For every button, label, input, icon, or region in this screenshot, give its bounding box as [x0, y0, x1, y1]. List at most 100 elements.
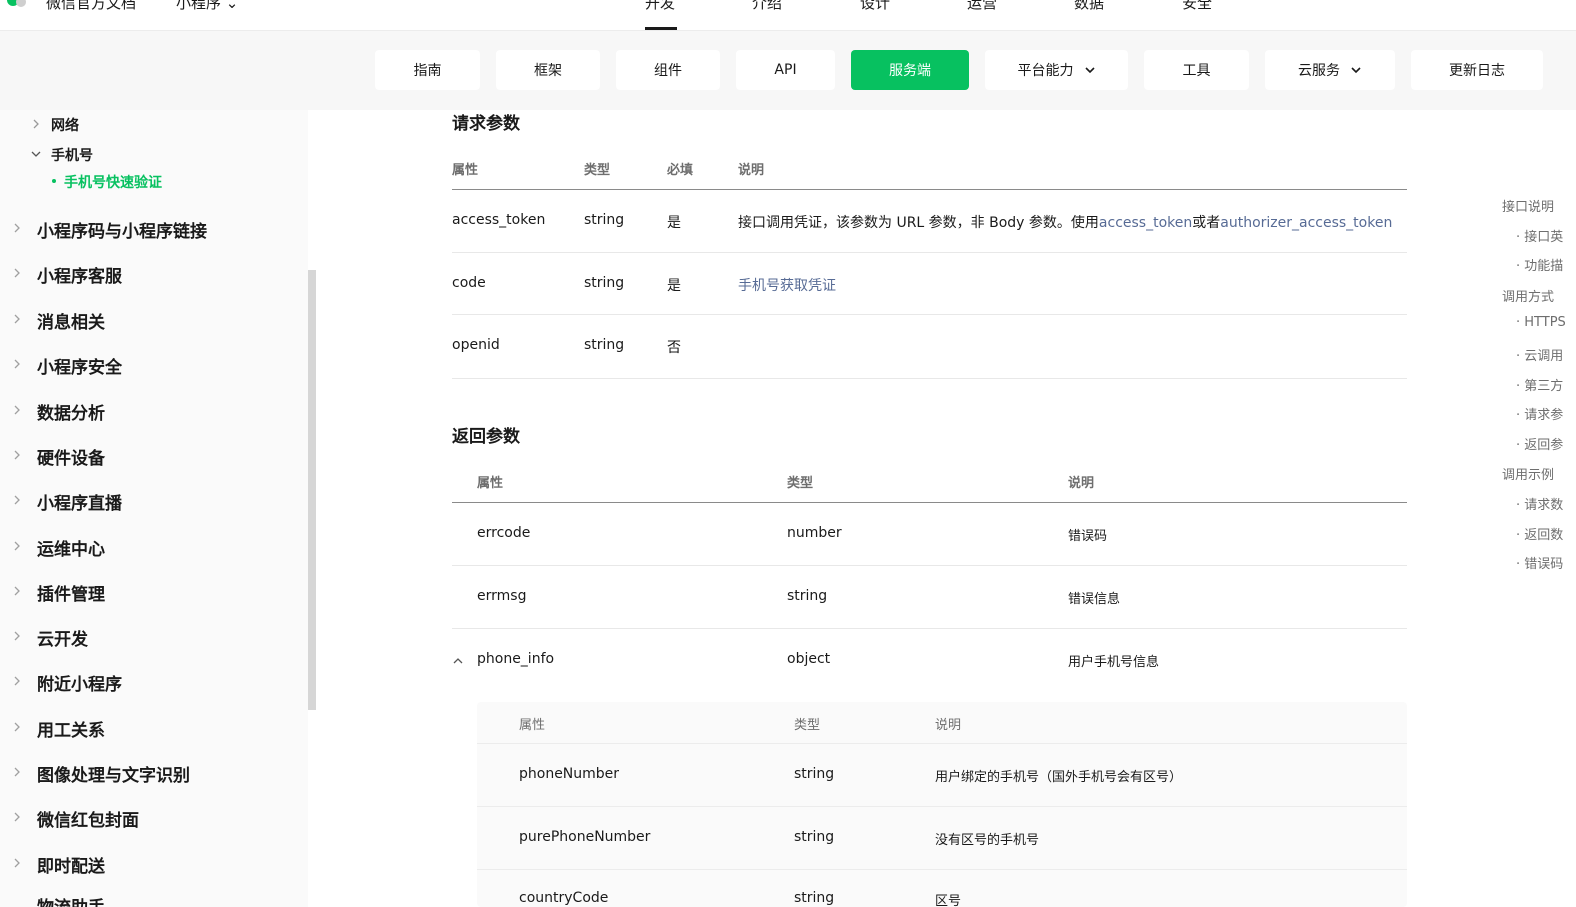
sidebar-item-phone[interactable]: 手机号	[51, 145, 93, 165]
desc-text: 接口调用凭证，该参数为 URL 参数，非 Body 参数。使用	[738, 215, 1099, 231]
sidebar-item[interactable]: 微信红包封面	[37, 806, 139, 831]
toc-item[interactable]: · 请求数	[1516, 494, 1563, 513]
sidebar-item-network[interactable]: 网络	[51, 115, 79, 135]
tab-framework[interactable]: 框架	[496, 50, 600, 90]
toc-item[interactable]: · 错误码	[1516, 553, 1563, 572]
toc-item[interactable]: · HTTPS	[1516, 315, 1566, 330]
topnav-item[interactable]: 介绍	[752, 0, 782, 13]
toc-item[interactable]: · 第三方	[1516, 375, 1563, 394]
chevron-right-icon	[14, 722, 20, 732]
chevron-up-icon[interactable]	[453, 656, 463, 666]
chevron-right-icon	[14, 223, 20, 233]
tab-api[interactable]: API	[736, 50, 835, 90]
toc-item[interactable]: · 返回数	[1516, 524, 1563, 543]
toc-item[interactable]: 接口说明	[1502, 196, 1554, 215]
tab-tools[interactable]: 工具	[1144, 50, 1249, 90]
row-divider	[477, 743, 1407, 744]
site-title[interactable]: 微信官方文档	[46, 0, 136, 13]
table-header-divider	[452, 502, 1407, 503]
topnav-item[interactable]: 安全	[1182, 0, 1212, 13]
sidebar-item[interactable]: 数据分析	[37, 399, 105, 424]
desc-text: 或者	[1192, 215, 1221, 231]
tab-changelog[interactable]: 更新日志	[1411, 50, 1543, 90]
sidebar-item[interactable]: 用工关系	[37, 716, 105, 741]
param-name: openid	[452, 337, 500, 353]
sidebar-item[interactable]: 小程序直播	[37, 489, 122, 514]
phone-code-link[interactable]: 手机号获取凭证	[738, 275, 836, 295]
param-type: number	[787, 525, 842, 541]
top-header: 微信官方文档 小程序 ⌄ 开发 介绍 设计 运营 数据 安全	[0, 0, 1576, 31]
topnav-item[interactable]: 数据	[1074, 0, 1104, 13]
param-desc: 错误信息	[1068, 592, 1121, 607]
row-divider	[452, 378, 1407, 379]
param-type: string	[794, 890, 835, 906]
param-name: phone_info	[477, 651, 555, 667]
tab-label: 更新日志	[1449, 63, 1505, 79]
sidebar-item[interactable]: 即时配送	[37, 852, 105, 877]
chevron-right-icon	[14, 495, 20, 505]
sidebar-item-phone-verify[interactable]: 手机号快速验证	[52, 172, 162, 192]
param-desc: 用户手机号信息	[1068, 655, 1160, 670]
param-required: 是	[667, 215, 681, 231]
toc-item[interactable]: · 云调用	[1516, 345, 1563, 364]
param-name: phoneNumber	[519, 766, 620, 782]
chevron-right-icon[interactable]	[31, 119, 41, 129]
sidebar-item[interactable]: 运维中心	[37, 535, 105, 560]
authorizer-token-link[interactable]: authorizer_access_token	[1220, 215, 1392, 231]
sidebar-item[interactable]: 附近小程序	[37, 670, 122, 695]
column-header: 属性	[519, 718, 546, 733]
column-header: 说明	[1068, 476, 1095, 491]
sidebar-item[interactable]: 图像处理与文字识别	[37, 761, 190, 786]
sidebar-item[interactable]: 消息相关	[37, 308, 105, 333]
tab-cloud[interactable]: 云服务	[1265, 50, 1395, 90]
param-desc: 区号	[935, 894, 962, 907]
tab-label: 框架	[534, 63, 562, 79]
param-name: purePhoneNumber	[519, 829, 651, 845]
sidebar-item[interactable]: 小程序码与小程序链接	[37, 217, 207, 242]
toc-item[interactable]: · 功能描	[1516, 255, 1563, 274]
row-divider	[452, 252, 1407, 253]
param-desc: 接口调用凭证，该参数为 URL 参数，非 Body 参数。使用access_to…	[738, 212, 1392, 232]
tab-label: 平台能力	[1017, 63, 1074, 79]
param-type: string	[584, 337, 625, 353]
toc-item[interactable]: · 接口英	[1516, 226, 1563, 245]
tab-server[interactable]: 服务端	[851, 50, 969, 90]
chevron-right-icon	[14, 767, 20, 777]
tab-guide[interactable]: 指南	[375, 50, 480, 90]
tab-platform[interactable]: 平台能力	[985, 50, 1128, 90]
topnav-item[interactable]: 运营	[967, 0, 997, 13]
tab-label: 指南	[413, 63, 442, 79]
sidebar-item[interactable]: 插件管理	[37, 580, 105, 605]
tab-label: 服务端	[889, 63, 931, 79]
param-name: errmsg	[477, 588, 527, 604]
param-required: 否	[667, 340, 681, 356]
sidebar-scrollbar[interactable]	[308, 270, 316, 710]
access-token-link[interactable]: access_token	[1099, 215, 1192, 231]
sidebar-item[interactable]: 物流助手	[37, 893, 105, 907]
row-divider	[452, 628, 1407, 629]
section-title: 请求参数	[452, 114, 520, 134]
sidebar-item[interactable]: 硬件设备	[37, 444, 105, 469]
column-header: 说明	[935, 718, 962, 733]
param-required: 是	[667, 278, 681, 294]
param-desc: 没有区号的手机号	[935, 833, 1040, 848]
wechat-logo-icon	[7, 0, 26, 7]
sidebar-item[interactable]: 云开发	[37, 625, 88, 650]
toc-item[interactable]: · 请求参	[1516, 404, 1563, 423]
topnav-item[interactable]: 设计	[860, 0, 890, 13]
param-type: string	[794, 766, 835, 782]
chevron-down-icon[interactable]	[31, 149, 41, 159]
sidebar-item[interactable]: 小程序安全	[37, 353, 122, 378]
product-switcher[interactable]: 小程序 ⌄	[176, 0, 238, 13]
chevron-down-icon: ⌄	[225, 0, 239, 12]
topnav-item[interactable]: 开发	[645, 0, 675, 13]
toc-item[interactable]: 调用示例	[1502, 464, 1554, 483]
chevron-right-icon	[14, 405, 20, 415]
row-divider	[452, 314, 1407, 315]
param-name: countryCode	[519, 890, 609, 906]
column-header: 类型	[787, 476, 814, 491]
sidebar-item[interactable]: 小程序客服	[37, 262, 122, 287]
toc-item[interactable]: 调用方式	[1502, 286, 1554, 305]
toc-item[interactable]: · 返回参	[1516, 434, 1563, 453]
tab-components[interactable]: 组件	[616, 50, 720, 90]
